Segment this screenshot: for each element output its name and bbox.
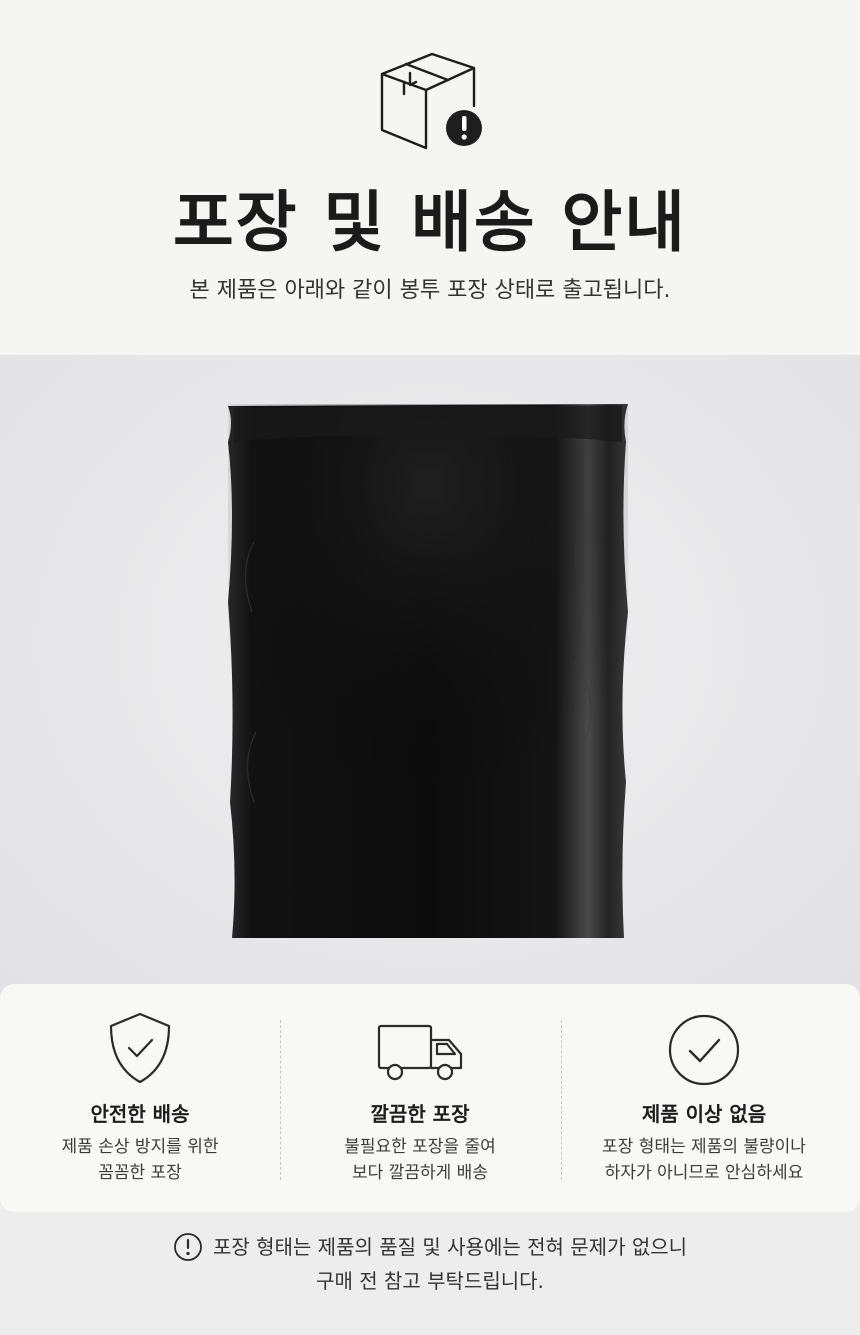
truck-icon <box>377 1024 463 1081</box>
notice-section: 포장 형태는 제품의 품질 및 사용에는 전혀 문제가 없으니 구매 전 참고 … <box>0 1212 860 1335</box>
feature-desc-line: 불필요한 포장을 줄여 <box>344 1137 496 1157</box>
feature-description: 제품 손상 방지를 위한 꼼꼼한 포장 <box>0 1134 280 1186</box>
feature-divider <box>280 1020 281 1180</box>
feature-desc-line: 제품 손상 방지를 위한 <box>61 1137 219 1157</box>
box-alert-icon <box>380 52 482 150</box>
feature-title: 제품 이상 없음 <box>641 1102 767 1126</box>
shield-check-icon <box>109 1012 171 1084</box>
feature-description: 불필요한 포장을 줄여 보다 깔끔하게 배송 <box>280 1134 560 1186</box>
feature-title: 안전한 배송 <box>90 1102 190 1126</box>
feature-safe-delivery: 안전한 배송 제품 손상 방지를 위한 꼼꼼한 포장 <box>0 984 280 1212</box>
feature-no-defect: 제품 이상 없음 포장 형태는 제품의 불량이나 하자가 아니므로 안심하세요 <box>564 984 844 1212</box>
circle-check-icon <box>668 1014 740 1086</box>
feature-title: 깔끔한 포장 <box>370 1102 470 1126</box>
info-alert-icon <box>174 1232 202 1261</box>
page-title: 포장 및 배송 안내 <box>173 184 687 261</box>
feature-desc-line: 포장 형태는 제품의 불량이나 <box>602 1137 806 1157</box>
page-subtitle: 본 제품은 아래와 같이 봉투 포장 상태로 출고됩니다. <box>189 278 671 303</box>
feature-divider <box>561 1020 562 1180</box>
feature-description: 포장 형태는 제품의 불량이나 하자가 아니므로 안심하세요 <box>564 1134 844 1186</box>
feature-desc-line: 하자가 아니므로 안심하세요 <box>604 1163 804 1183</box>
feature-clean-packaging: 깔끔한 포장 불필요한 포장을 줄여 보다 깔끔하게 배송 <box>280 984 560 1212</box>
feature-desc-line: 보다 깔끔하게 배송 <box>352 1163 488 1183</box>
notice-line-1: 포장 형태는 제품의 품질 및 사용에는 전혀 문제가 없으니 <box>0 1232 860 1264</box>
feature-desc-line: 꼼꼼한 포장 <box>98 1163 182 1183</box>
black-mailer-bag-image <box>228 404 628 938</box>
notice-line-2: 구매 전 참고 부탁드립니다. <box>316 1269 544 1293</box>
notice-text-1: 포장 형태는 제품의 품질 및 사용에는 전혀 문제가 없으니 <box>212 1235 688 1259</box>
features-panel: 안전한 배송 제품 손상 방지를 위한 꼼꼼한 포장 깔끔한 포장 불필요한 포… <box>0 984 860 1212</box>
header-section: 포장 및 배송 안내 본 제품은 아래와 같이 봉투 포장 상태로 출고됩니다. <box>0 0 860 355</box>
